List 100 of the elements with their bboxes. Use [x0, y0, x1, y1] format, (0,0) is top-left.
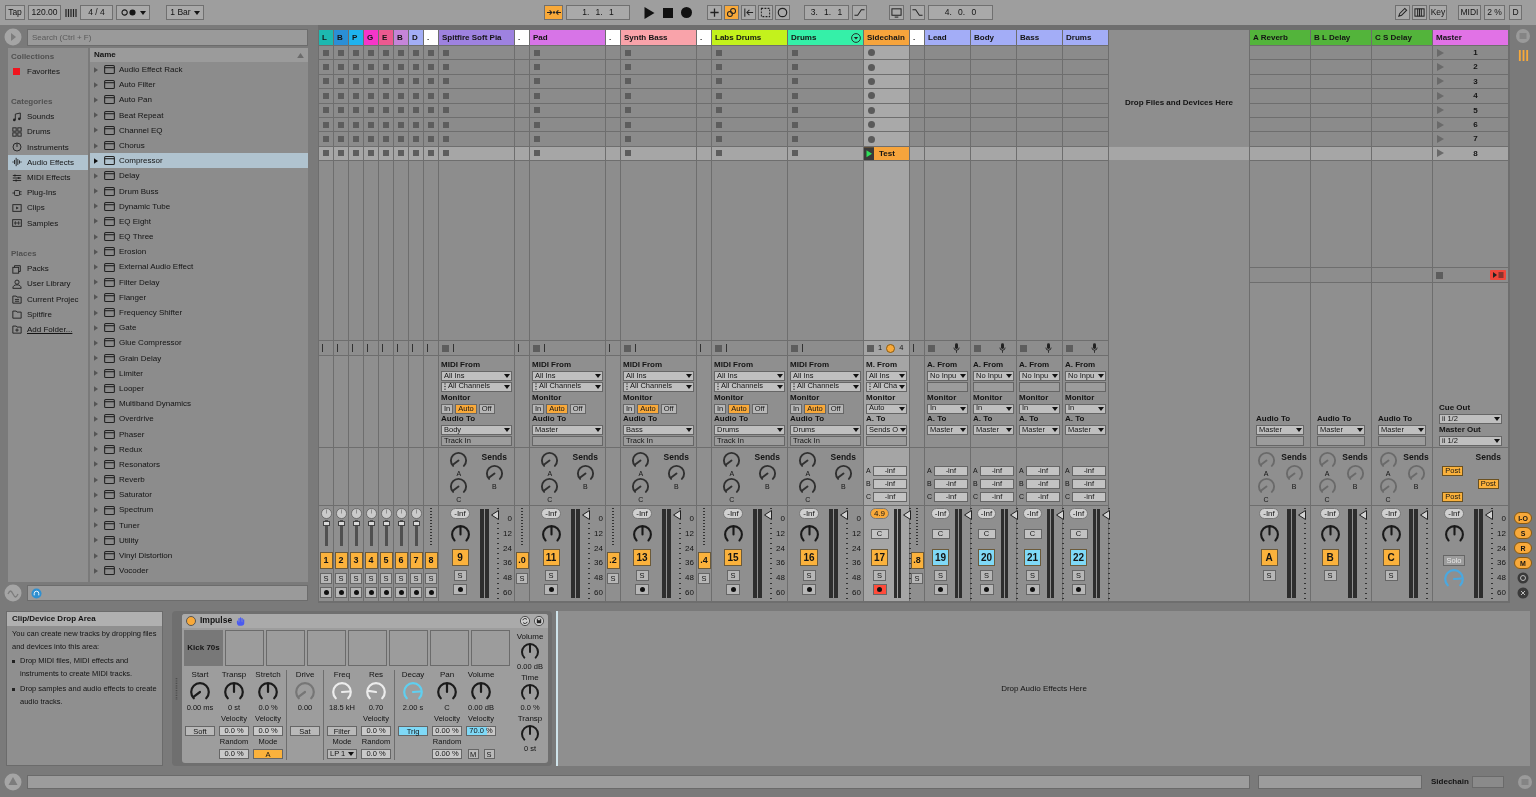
- clip-slot[interactable]: [379, 74, 393, 89]
- input-field[interactable]: [1378, 436, 1426, 446]
- fader-handle[interactable]: [582, 510, 590, 521]
- track-title-bar[interactable]: B: [334, 30, 348, 45]
- scene-launcher[interactable]: 2: [1433, 60, 1508, 74]
- stop-square-icon[interactable]: [443, 92, 449, 99]
- clip-slot[interactable]: [409, 103, 423, 117]
- clip-slot[interactable]: [379, 146, 393, 161]
- clip-slot[interactable]: [319, 146, 333, 161]
- browser-item[interactable]: Compressor: [90, 153, 308, 169]
- clip-slot[interactable]: [606, 132, 620, 146]
- clip-slot[interactable]: [424, 146, 438, 161]
- browser-item[interactable]: Beat Repeat: [90, 107, 308, 123]
- clip-slot[interactable]: [925, 146, 970, 161]
- stop-square-icon[interactable]: [443, 64, 449, 71]
- stop-square-icon[interactable]: [428, 64, 434, 71]
- track-number-button[interactable]: 17: [870, 549, 889, 566]
- arm-button[interactable]: [933, 584, 948, 595]
- stop-square-icon[interactable]: [368, 78, 374, 85]
- pan-knob[interactable]: [540, 523, 562, 545]
- volume-fader[interactable]: [1485, 508, 1493, 599]
- clip-slot[interactable]: [788, 74, 863, 89]
- clip-slot[interactable]: [1372, 103, 1432, 117]
- stop-square-icon[interactable]: [792, 136, 798, 143]
- clip-slot[interactable]: [1063, 132, 1108, 146]
- track-number-button[interactable]: 5: [379, 552, 393, 569]
- clip-slot[interactable]: [910, 132, 924, 146]
- menu-circle-icon[interactable]: [1516, 29, 1530, 43]
- sidebar-item[interactable]: Favorites: [8, 63, 88, 79]
- fader-handle[interactable]: [1298, 510, 1306, 521]
- clip-slot[interactable]: [1017, 46, 1062, 60]
- track-title-bar[interactable]: B: [394, 30, 408, 45]
- stop-button[interactable]: [715, 344, 722, 352]
- stop-square-icon[interactable]: [398, 121, 404, 128]
- track-title-bar[interactable]: Drums: [1063, 30, 1108, 45]
- clip-slot[interactable]: [530, 60, 605, 74]
- clip-slot[interactable]: [1063, 117, 1108, 132]
- clip-slot[interactable]: [1017, 132, 1062, 146]
- clip-slot[interactable]: [364, 132, 378, 146]
- stop-button[interactable]: [442, 344, 449, 352]
- arm-button[interactable]: [410, 587, 422, 598]
- pan-knob[interactable]: [380, 508, 392, 519]
- volume-fader[interactable]: [903, 508, 911, 599]
- sample-pad[interactable]: Kick 70s: [184, 630, 223, 666]
- stop-square-icon[interactable]: [534, 136, 540, 143]
- clip-slot[interactable]: [379, 103, 393, 117]
- clip-slot[interactable]: [379, 132, 393, 146]
- stop-square-icon[interactable]: [443, 107, 449, 114]
- clip-slot[interactable]: [1017, 74, 1062, 89]
- clip-slot[interactable]: [1311, 89, 1371, 103]
- clip-slot[interactable]: [1063, 146, 1108, 161]
- clip-slot[interactable]: [864, 74, 909, 89]
- stop-square-icon[interactable]: [398, 107, 404, 114]
- record-circle-icon[interactable]: [868, 77, 875, 85]
- clip-slot[interactable]: [621, 132, 696, 146]
- stop-square-icon[interactable]: [428, 107, 434, 114]
- sample-pad[interactable]: [225, 630, 264, 666]
- clip-slot[interactable]: [606, 60, 620, 74]
- stop-square-icon[interactable]: [534, 49, 540, 56]
- track-title-bar[interactable]: .: [515, 30, 529, 45]
- browser-item[interactable]: Chorus: [90, 137, 308, 154]
- send-knob[interactable]: [631, 451, 651, 470]
- stop-square-icon[interactable]: [338, 136, 344, 143]
- stop-square-icon[interactable]: [428, 92, 434, 99]
- arm-button[interactable]: [320, 587, 332, 598]
- input-field[interactable]: [1019, 381, 1060, 392]
- save-icon[interactable]: [534, 616, 544, 626]
- clip-slot[interactable]: [515, 89, 529, 103]
- clip-slot[interactable]: [394, 146, 408, 161]
- stop-square-icon[interactable]: [428, 150, 434, 157]
- pan-knob[interactable]: [1380, 523, 1402, 545]
- pan-knob[interactable]: [1319, 523, 1341, 545]
- loop-length-field[interactable]: 4. 0. 0: [928, 5, 993, 20]
- clip-slot[interactable]: [1250, 146, 1310, 161]
- volume-fader[interactable]: [1056, 508, 1064, 599]
- stop-square-icon[interactable]: [534, 78, 540, 85]
- clip-slot[interactable]: [379, 117, 393, 132]
- clip-slot[interactable]: [1017, 146, 1062, 161]
- arm-button[interactable]: [635, 584, 649, 595]
- stop-square-icon[interactable]: [413, 64, 419, 71]
- clip-slot[interactable]: [334, 46, 348, 60]
- clip-slot[interactable]: [515, 60, 529, 74]
- clip-slot[interactable]: [606, 117, 620, 132]
- clip-slot[interactable]: [1250, 74, 1310, 89]
- clip-slot[interactable]: [606, 89, 620, 103]
- clip-slot[interactable]: [424, 117, 438, 132]
- volume-fader[interactable]: [673, 508, 681, 599]
- clip-slot[interactable]: [349, 89, 363, 103]
- clip-slot[interactable]: [1250, 103, 1310, 117]
- pan-knob[interactable]: [320, 508, 332, 519]
- clip-slot[interactable]: [319, 89, 333, 103]
- clip-slot[interactable]: [971, 132, 1016, 146]
- track-number-button[interactable]: 22: [1069, 549, 1088, 566]
- clip-slot[interactable]: [697, 89, 711, 103]
- clip-slot[interactable]: [910, 146, 924, 161]
- track-number-button[interactable]: 21: [1023, 549, 1042, 566]
- clip-slot[interactable]: [319, 74, 333, 89]
- clip-slot[interactable]: [712, 117, 787, 132]
- browser-item[interactable]: Audio Effect Rack: [90, 62, 308, 78]
- clip-slot[interactable]: [424, 46, 438, 60]
